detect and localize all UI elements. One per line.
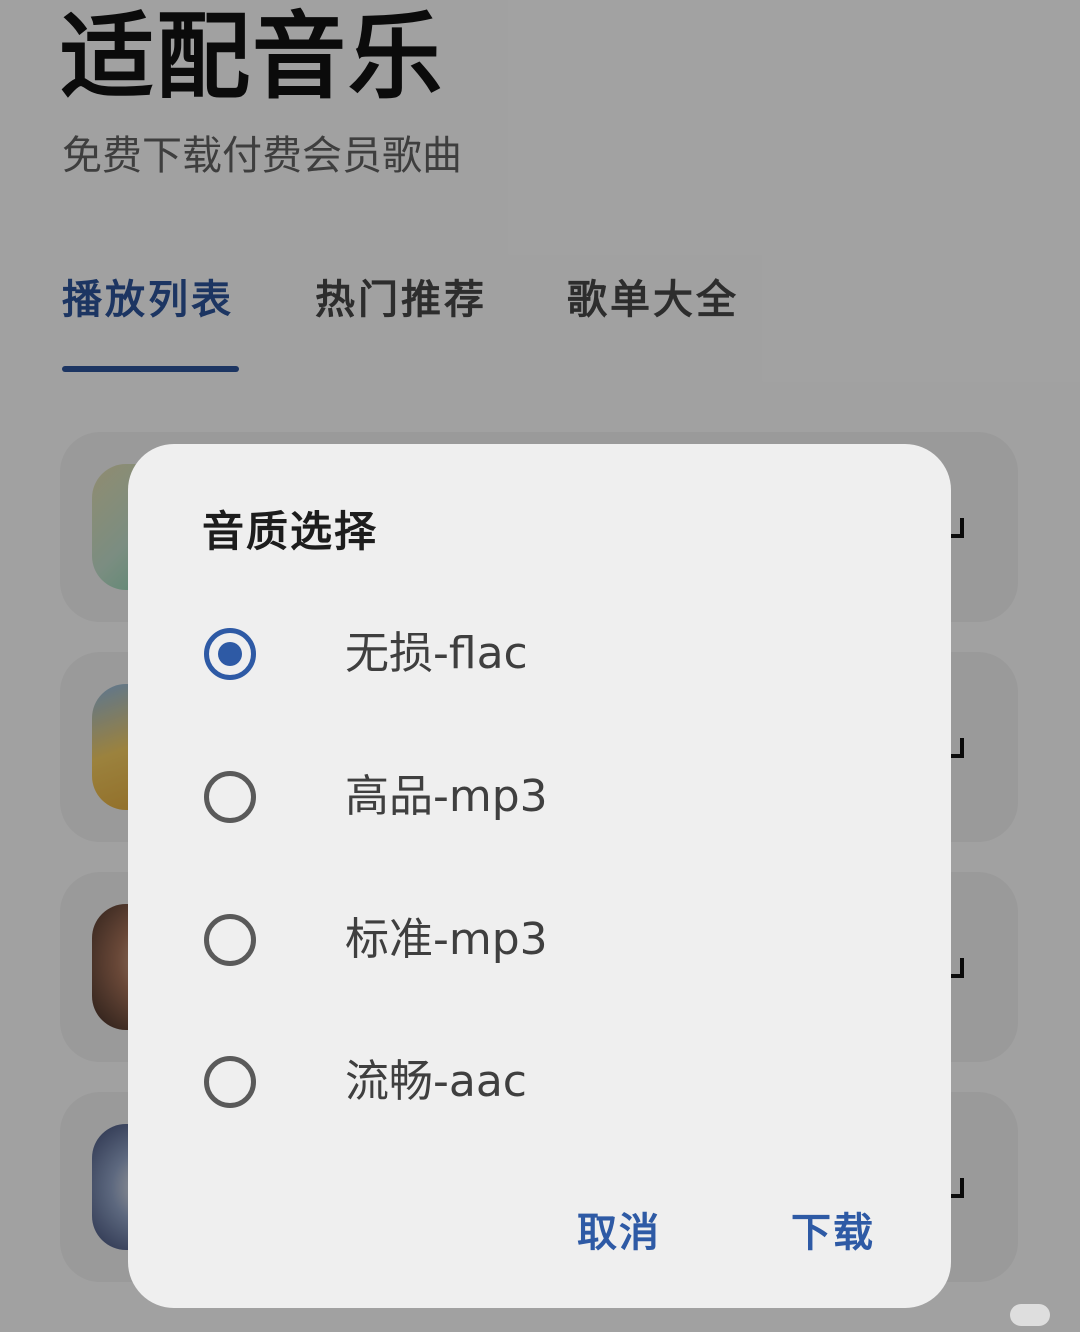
watermark-icon — [1010, 1304, 1050, 1326]
radio-unselected-icon[interactable] — [204, 1056, 256, 1108]
quality-option-smooth-aac[interactable]: 流畅-aac — [202, 1030, 882, 1140]
quality-option-flac[interactable]: 无损-flac — [202, 602, 882, 712]
option-label: 无损-flac — [345, 628, 528, 679]
cancel-button[interactable]: 取消 — [577, 1204, 661, 1262]
option-label: 流畅-aac — [345, 1056, 527, 1107]
download-button[interactable]: 下载 — [791, 1204, 875, 1262]
radio-unselected-icon[interactable] — [204, 914, 256, 966]
option-label: 标准-mp3 — [345, 914, 548, 965]
option-label: 高品-mp3 — [345, 771, 548, 822]
quality-option-standard-mp3[interactable]: 标准-mp3 — [202, 888, 882, 998]
quality-select-dialog: 音质选择 无损-flac 高品-mp3 标准-mp3 流畅-aac 取消 下载 — [128, 444, 951, 1308]
dialog-title: 音质选择 — [202, 507, 379, 556]
radio-selected-icon[interactable] — [204, 628, 256, 680]
quality-option-high-mp3[interactable]: 高品-mp3 — [202, 745, 882, 855]
radio-unselected-icon[interactable] — [204, 771, 256, 823]
